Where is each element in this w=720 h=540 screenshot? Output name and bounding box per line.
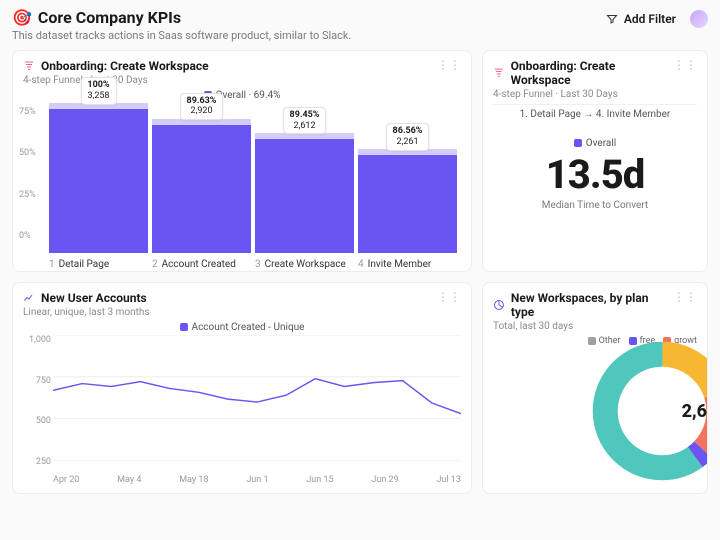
drag-handle-icon[interactable]: ⋮⋮ (673, 59, 697, 71)
add-filter-button[interactable]: Add Filter (600, 8, 682, 30)
page-title: 🎯 Core Company KPIs (12, 8, 351, 27)
card-subtitle: 4-step Funnel · Last 30 Days (493, 89, 673, 100)
card-title: Onboarding: Create Workspace (511, 59, 673, 87)
ttc-card: Onboarding: Create Workspace 4-step Funn… (482, 50, 708, 272)
card-title: Onboarding: Create Workspace (41, 59, 209, 73)
filter-icon (606, 13, 618, 25)
ttc-legend: Overall (493, 138, 697, 149)
drag-handle-icon[interactable]: ⋮⋮ (437, 291, 461, 303)
funnel-icon (23, 60, 35, 72)
funnel-card: Onboarding: Create Workspace 4-step Funn… (12, 50, 472, 272)
target-icon: 🎯 (12, 8, 32, 27)
donut-center-value: 2,6 (682, 401, 707, 422)
card-title: New Workspaces, by plan type (511, 291, 673, 319)
line-legend: Account Created - Unique (23, 322, 461, 333)
avatar[interactable] (690, 10, 708, 28)
card-subtitle: Total, last 30 days (493, 321, 673, 332)
funnel-chart: 100%3,258 89.63%2,920 89.45%2,612 86.56%… (23, 103, 461, 253)
line-plot (53, 335, 461, 461)
page-subtitle: This dataset tracks actions in Saas soft… (12, 29, 351, 42)
line-chart-icon (23, 292, 35, 304)
ttc-value: 13.5d (493, 151, 697, 198)
line-x-axis: Apr 20 May 4 May 18 Jun 1 Jun 15 Jun 29 … (53, 475, 461, 485)
line-chart: 1,000 750 500 250 Apr 20 May 4 May 18 J (23, 335, 461, 485)
ttc-caption: Median Time to Convert (493, 200, 697, 211)
donut-chart: Other free growt 2,6 (493, 336, 697, 486)
drag-handle-icon[interactable]: ⋮⋮ (437, 59, 461, 71)
line-card: New User Accounts Linear, unique, last 3… (12, 282, 472, 494)
pie-chart-icon (493, 299, 505, 311)
funnel-y-axis: 75% 50% 25% 0% (19, 107, 36, 241)
drag-handle-icon[interactable]: ⋮⋮ (673, 291, 697, 303)
card-title: New User Accounts (41, 291, 147, 305)
funnel-icon (493, 67, 505, 79)
line-y-axis: 1,000 750 500 250 (23, 335, 51, 467)
funnel-x-axis: 1Detail Page 2Account Created 3Create Wo… (23, 253, 461, 272)
ttc-path: 1. Detail Page → 4. Invite Member (493, 104, 697, 124)
card-subtitle: Linear, unique, last 3 months (23, 307, 150, 318)
donut-card: New Workspaces, by plan type Total, last… (482, 282, 708, 494)
